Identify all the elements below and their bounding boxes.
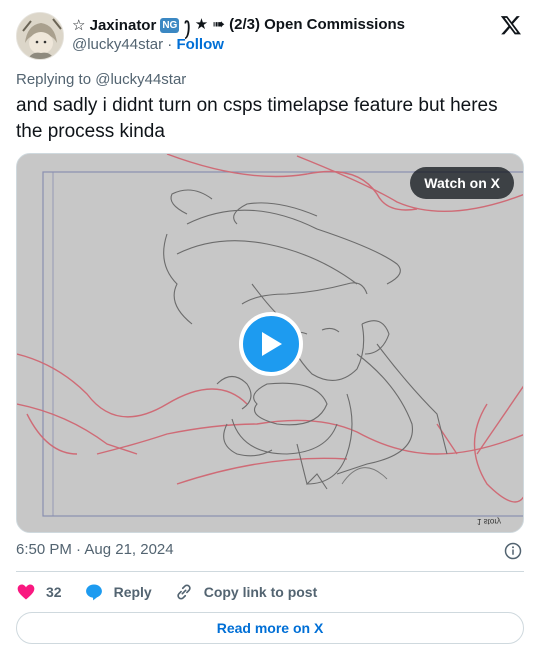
play-button[interactable]: [239, 312, 303, 376]
artist-signature: 1 story: [476, 517, 501, 526]
divider: [16, 571, 524, 572]
heart-icon: [17, 584, 35, 600]
tweet-embed-card: ☆ Jaxinator NG ꫂ ★ ➠ (2/3) Open Commissi…: [0, 0, 540, 659]
play-icon: [262, 332, 282, 356]
post-timestamp[interactable]: 6:50 PM · Aug 21, 2024: [16, 541, 174, 558]
reply-button[interactable]: Reply: [84, 582, 152, 602]
reply-label: Reply: [113, 584, 152, 600]
replying-to[interactable]: Replying to @lucky44star: [16, 71, 186, 88]
avatar[interactable]: [16, 12, 64, 60]
copy-link-button[interactable]: Copy link to post: [174, 582, 318, 602]
handle-row: @lucky44star · Follow: [72, 36, 224, 53]
display-name-prefix: ☆ Jaxinator: [72, 17, 157, 34]
video-media[interactable]: Watch on X 1 story: [16, 153, 524, 533]
action-bar: 32 Reply Copy link to post: [16, 582, 339, 602]
reply-bubble-icon: [85, 584, 102, 601]
handle-separator: ·: [167, 36, 173, 53]
display-name[interactable]: ☆ Jaxinator NG ꫂ ★ ➠ (2/3) Open Commissi…: [72, 14, 405, 36]
info-icon[interactable]: [504, 542, 522, 560]
x-logo-icon[interactable]: [500, 14, 522, 36]
like-count: 32: [46, 584, 62, 600]
tweet-text: and sadly i didnt turn on csps timelapse…: [16, 95, 498, 142]
avatar-image: [17, 13, 63, 59]
copy-link-label: Copy link to post: [203, 584, 318, 600]
follow-link[interactable]: Follow: [176, 36, 224, 53]
user-handle[interactable]: @lucky44star: [72, 36, 163, 53]
link-icon: [177, 584, 191, 600]
watch-on-x-button[interactable]: Watch on X: [410, 167, 514, 199]
ng-badge: NG: [160, 17, 180, 33]
like-button[interactable]: 32: [16, 582, 62, 602]
read-more-button[interactable]: Read more on X: [16, 612, 524, 644]
